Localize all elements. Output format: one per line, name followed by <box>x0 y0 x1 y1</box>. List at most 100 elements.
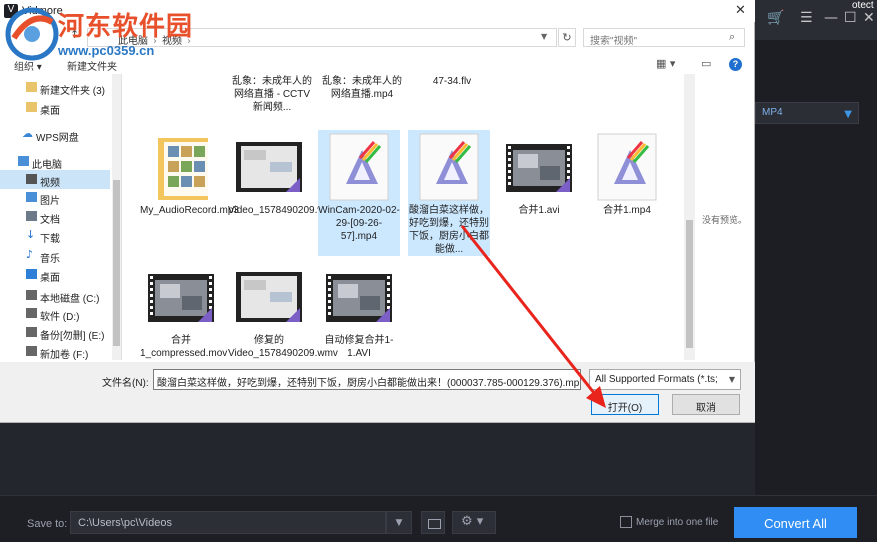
organize-button[interactable]: 组织 ▾ <box>14 58 42 73</box>
sidebar-item[interactable]: ☁ WPS网盘 <box>0 125 110 144</box>
dialog-titlebar: V Vidmore ✕ <box>0 0 755 22</box>
file-name: 酸溜白菜这样做，好吃到爆，还特别下饭，厨房小白都能做... <box>409 205 489 255</box>
sidebar-item-label: 图片 <box>40 196 60 207</box>
file-name: 合并1_compressed.mov <box>140 335 228 359</box>
menu-icon[interactable]: ☰ <box>800 10 813 26</box>
file-item[interactable]: My_AudioRecord.mp3 <box>140 130 239 250</box>
sidebar-item-label: 桌面 <box>40 106 60 117</box>
open-folder-button[interactable] <box>421 511 445 534</box>
sidebar-item[interactable]: 此电脑 <box>0 152 110 171</box>
sidebar-item-label: 下载 <box>40 234 60 245</box>
file-item-partial[interactable]: ned.mp4 <box>502 74 582 122</box>
file-item[interactable]: 合并1.avi <box>498 130 580 250</box>
file-name: 2020-01-13-13-47-34.flv <box>432 76 472 87</box>
file-item[interactable]: 合并1_compressed.mov <box>140 260 228 360</box>
sidebar-item[interactable]: 新加卷 (F:) <box>0 342 110 360</box>
files-scroll-thumb[interactable] <box>686 220 693 348</box>
sidebar-item[interactable]: 新建文件夹 (3) <box>0 78 110 97</box>
file-thumbnail-icon <box>592 132 662 206</box>
computer-icon <box>18 156 29 166</box>
file-name: 合并1.mp4 <box>603 205 651 216</box>
minimize-icon[interactable]: — <box>824 10 838 26</box>
file-thumbnail-icon <box>324 262 394 336</box>
address-row: ↑ 此电脑 › 视频 › ▼ ↻ 搜索"视频" ⌕ <box>0 24 755 50</box>
breadcrumb-separator-icon: › <box>187 36 191 47</box>
search-input[interactable]: 搜索"视频" <box>583 28 745 47</box>
breadcrumb-this-pc[interactable]: 此电脑 <box>118 36 148 47</box>
breadcrumb-separator-icon: › <box>153 36 157 47</box>
nav-scroll-thumb[interactable] <box>113 180 120 346</box>
filetype-value: All Supported Formats (*.ts; <box>595 374 718 385</box>
merge-checkbox[interactable] <box>620 516 632 528</box>
sidebar-item[interactable]: 视频 <box>0 170 110 189</box>
save-to-label: Save to: <box>27 518 68 530</box>
filename-label: 文件名(N): <box>102 378 149 389</box>
file-name: 合并1.avi <box>518 205 560 216</box>
sidebar-item[interactable]: ↓ 下载 <box>0 226 110 245</box>
settings-button[interactable]: ⚙ ▾ <box>452 511 496 534</box>
preview-pane-icon[interactable]: ▭ <box>701 57 711 70</box>
close-icon[interactable]: ✕ <box>735 3 746 18</box>
file-name: WinCam-2020-02-29-[09-26-57].mp4 <box>318 205 400 242</box>
nav-scrollbar[interactable] <box>112 74 121 360</box>
files-scrollbar[interactable] <box>684 74 695 360</box>
file-name: Video_1578490209.wmv <box>228 205 338 216</box>
sidebar-item[interactable]: ♪ 音乐 <box>0 246 110 265</box>
cancel-button[interactable]: 取消 <box>672 394 740 415</box>
brand-partial: otect <box>852 0 874 11</box>
file-item-partial[interactable]: LP_20200429100458.flv <box>590 74 670 122</box>
folder-icon <box>26 102 37 112</box>
open-button[interactable]: 打开(O) <box>591 394 659 415</box>
sidebar-item[interactable]: 软件 (D:) <box>0 304 110 323</box>
file-item[interactable]: 自动修复合并1-1.AVI <box>318 260 400 360</box>
sidebar-item[interactable]: 桌面 <box>0 98 110 117</box>
file-item[interactable]: 修复的Video_1578490209.wmv <box>228 260 338 360</box>
address-dropdown-icon[interactable]: ▼ <box>541 32 547 41</box>
file-name: [24小时]网络视频乱象：未成年人的网络直播.mp4 <box>322 76 402 100</box>
new-folder-button[interactable]: 新建文件夹 <box>67 58 117 73</box>
file-name: 自动修复合并1-1.AVI <box>324 335 394 359</box>
cart-icon[interactable]: 🛒 <box>767 10 784 26</box>
refresh-icon[interactable]: ↻ <box>558 28 576 47</box>
file-name: My_AudioRecord.mp3 <box>140 205 239 216</box>
close-app-icon[interactable]: ✕ <box>863 10 875 26</box>
desktop-icon <box>26 269 37 279</box>
file-item[interactable]: Video_1578490209.wmv <box>228 130 338 250</box>
file-item-partial[interactable]: [24小时]网络视频乱象：未成年人的网络直播 - CCTV 新闻频... <box>232 74 312 122</box>
save-path-dropdown-icon[interactable]: ▼ <box>386 511 412 534</box>
search-icon[interactable]: ⌕ <box>729 30 735 44</box>
view-options-icon[interactable]: ▦ ▾ <box>656 57 675 70</box>
maximize-icon[interactable]: ☐ <box>844 10 857 26</box>
filename-input[interactable]: 酸溜白菜这样做，好吃到爆，还特别下饭，厨房小白都能做出来！(000037.785… <box>153 369 581 390</box>
chevron-down-icon: ▼ <box>728 375 735 384</box>
file-item[interactable]: WinCam-2020-02-29-[09-26-57].mp4 <box>318 130 400 256</box>
file-item[interactable]: 酸溜白菜这样做，好吃到爆，还特别下饭，厨房小白都能做... <box>408 130 490 256</box>
file-item[interactable]: 合并1.mp4 <box>586 130 668 250</box>
picture-icon <box>26 192 37 202</box>
video-icon <box>26 174 37 184</box>
output-format-value: MP4 <box>762 107 783 118</box>
save-path-input[interactable]: C:\Users\pc\Videos <box>70 511 386 534</box>
file-item-partial[interactable]: 乐影音下载 <box>146 74 226 122</box>
file-grid: 乐影音下载 [24小时]网络视频乱象：未成年人的网络直播 - CCTV 新闻频..… <box>124 74 684 360</box>
sidebar-item[interactable]: 本地磁盘 (C:) <box>0 286 110 305</box>
sidebar-item[interactable]: 文档 <box>0 207 110 226</box>
output-format-dropdown[interactable]: MP4 ▼ <box>755 102 859 124</box>
drive-icon <box>26 290 37 300</box>
filetype-select[interactable]: All Supported Formats (*.ts; ▼ <box>589 369 741 390</box>
file-item-partial[interactable]: [24小时]网络视频乱象：未成年人的网络直播.mp4 <box>322 74 402 122</box>
sidebar-item-label: 桌面 <box>40 273 60 284</box>
breadcrumb-videos[interactable]: 视频 <box>162 36 182 47</box>
sidebar-item[interactable]: 备份[勿删] (E:) <box>0 323 110 342</box>
download-icon: ↓ <box>26 228 36 241</box>
file-item-partial[interactable]: 2020-01-13-13-47-34.flv <box>412 74 492 122</box>
breadcrumb[interactable]: 此电脑 › 视频 › <box>87 28 557 47</box>
sidebar-item-label: 备份[勿删] (E:) <box>40 331 105 342</box>
up-arrow-icon[interactable]: ↑ <box>70 28 79 41</box>
convert-all-button[interactable]: Convert All <box>734 507 857 538</box>
help-icon[interactable]: ? <box>729 58 742 71</box>
music-icon: ♪ <box>26 248 34 261</box>
vidmore-logo-icon: V <box>4 4 18 18</box>
sidebar-item[interactable]: 图片 <box>0 188 110 207</box>
sidebar-item[interactable]: 桌面 <box>0 265 110 284</box>
